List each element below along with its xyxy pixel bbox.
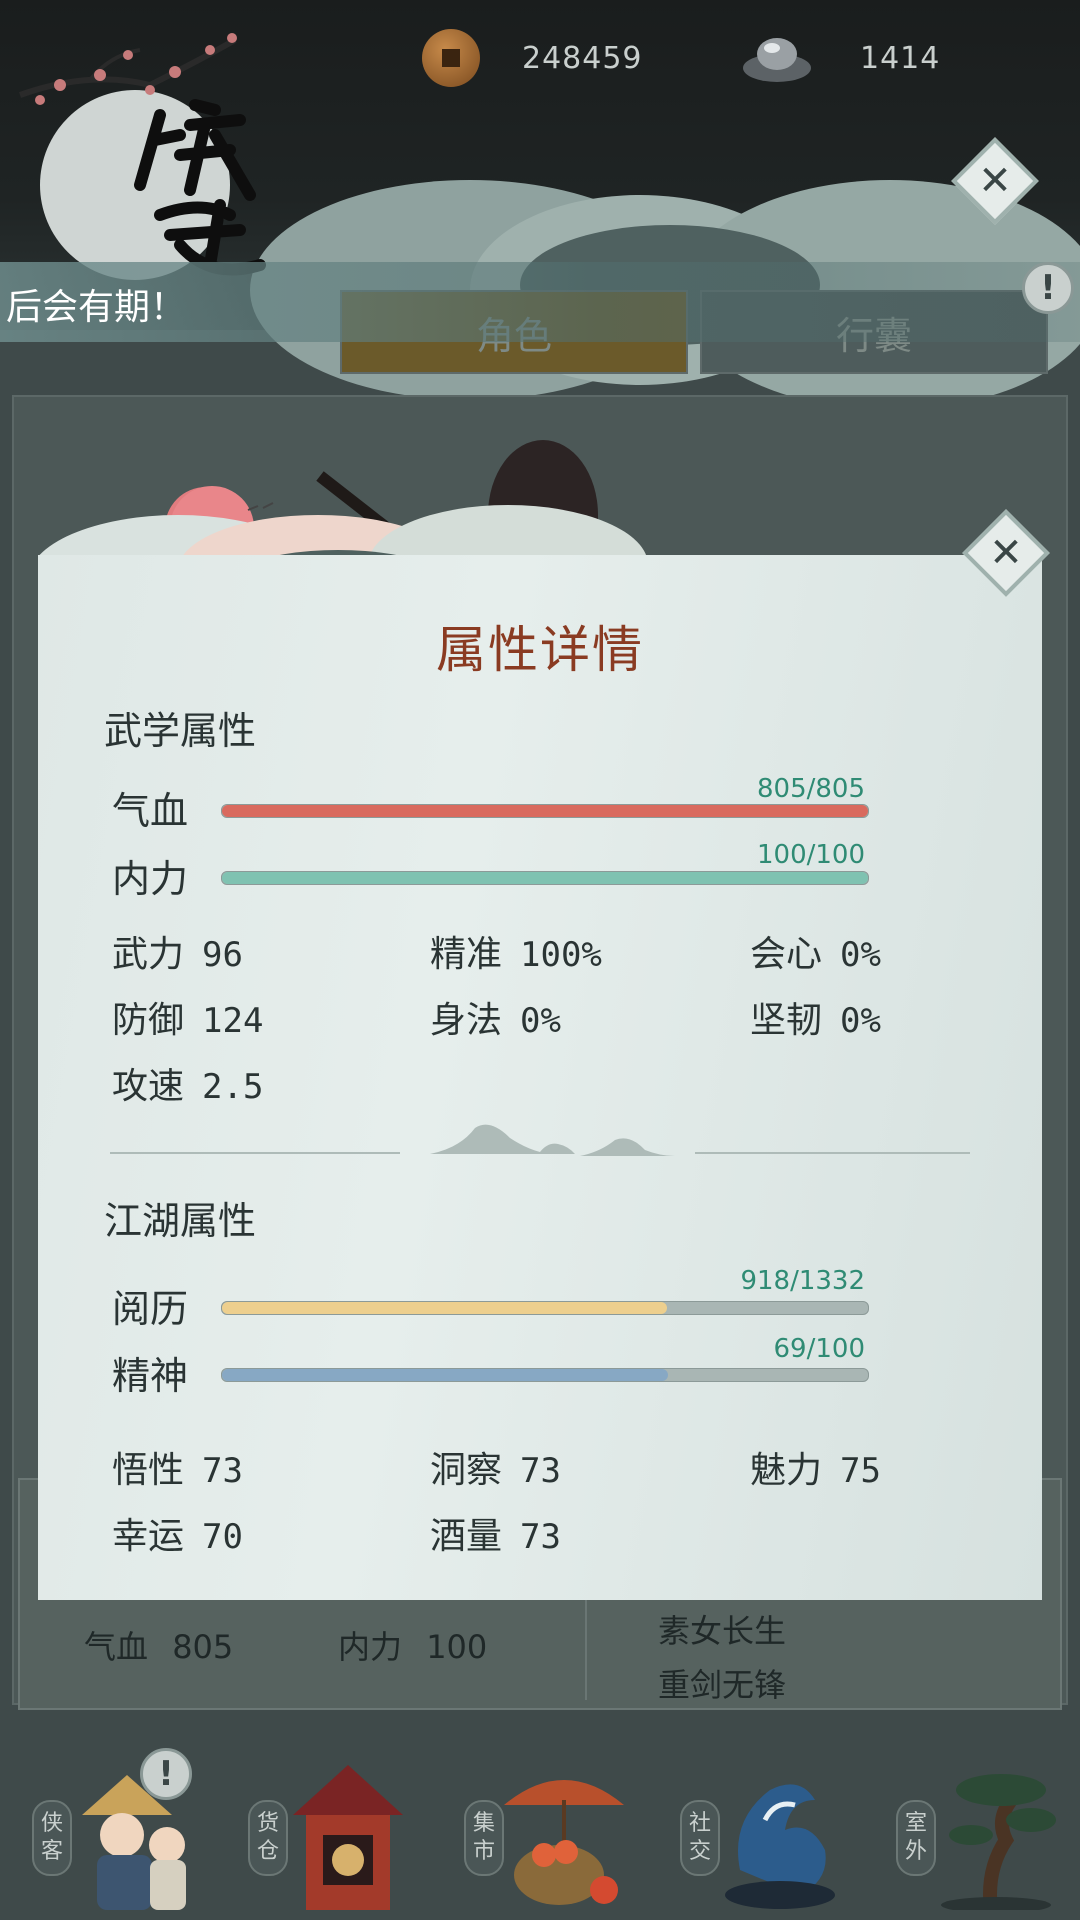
mana-bar	[221, 871, 869, 885]
close-icon: ✕	[978, 158, 1012, 204]
section-divider	[695, 1152, 970, 1154]
stat-label: 坚韧	[750, 1000, 823, 1041]
stat-value: 73	[520, 1517, 561, 1557]
stat-label: 武力	[112, 934, 185, 975]
stat-label: 攻速	[112, 1066, 185, 1107]
mountain-divider-decoration	[430, 1124, 675, 1156]
skill-item[interactable]: 素女长生	[658, 1606, 786, 1652]
warehouse-icon	[293, 1765, 403, 1910]
nav-item-market[interactable]: 集市	[444, 1750, 624, 1920]
nav-label: 室外	[896, 1800, 936, 1876]
section-title-jianghu: 江湖属性	[104, 1199, 257, 1243]
stat-value: 75	[840, 1451, 881, 1491]
stat-label: 幸运	[112, 1516, 185, 1557]
stat-value: 0%	[840, 1001, 881, 1041]
exp-bar	[221, 1301, 869, 1315]
stat-charm: 魅力 75	[750, 1441, 881, 1493]
copper-coin-icon	[422, 29, 480, 87]
stat-label: 魅力	[750, 1450, 823, 1491]
stat-value: 70	[202, 1517, 243, 1557]
stat-luck: 幸运 70	[112, 1507, 243, 1559]
silver-ingot-icon	[743, 38, 811, 82]
section-divider	[110, 1152, 400, 1154]
summary-mana-label: 内力	[338, 1628, 403, 1666]
skill-item[interactable]: 重剑无锋	[658, 1660, 786, 1706]
alert-icon[interactable]: !	[140, 1748, 192, 1800]
hp-label: 气血	[112, 789, 189, 833]
exp-bar-fill	[222, 1302, 668, 1314]
hp-bar	[221, 804, 869, 818]
nav-label: 集市	[464, 1800, 504, 1876]
stat-value: 124	[202, 1001, 264, 1041]
stat-label: 防御	[112, 1000, 185, 1041]
stat-label: 洞察	[430, 1450, 503, 1491]
summary-mana-value: 100	[426, 1628, 488, 1666]
market-icon	[504, 1780, 624, 1905]
nav-label: 侠客	[32, 1800, 72, 1876]
stat-label: 酒量	[430, 1516, 503, 1557]
spirit-label: 精神	[112, 1354, 189, 1398]
stat-label: 会心	[750, 934, 823, 975]
stat-force: 武力 96	[112, 925, 243, 977]
nav-label: 货仓	[248, 1800, 288, 1876]
stat-value: 100%	[520, 935, 602, 975]
stat-label: 精准	[430, 934, 503, 975]
nav-item-social[interactable]: 社交	[660, 1750, 840, 1920]
nav-item-warehouse[interactable]: 货仓	[228, 1750, 408, 1920]
game-logo	[134, 99, 266, 276]
stat-agility: 身法 0%	[430, 991, 561, 1043]
section-title-martial: 武学属性	[104, 709, 257, 753]
exp-label: 阅历	[112, 1287, 189, 1331]
notice-text: 后会有期！	[6, 287, 187, 328]
summary-hp-label: 气血	[84, 1628, 149, 1666]
stat-critical: 会心 0%	[750, 925, 881, 977]
stat-accuracy: 精准 100%	[430, 925, 602, 977]
hp-bar-fill	[222, 805, 868, 817]
stat-comprehension: 悟性 73	[112, 1441, 243, 1493]
summary-hp: 气血 805	[84, 1622, 233, 1668]
stat-value: 0%	[840, 935, 881, 975]
alert-icon[interactable]: !	[1022, 262, 1074, 314]
stat-label: 身法	[430, 1000, 503, 1041]
stat-attack-speed: 攻速 2.5	[112, 1057, 263, 1109]
close-icon: ✕	[989, 530, 1023, 576]
nav-label: 社交	[680, 1800, 720, 1876]
modal-title: 属性详情	[436, 621, 644, 679]
stat-value: 73	[520, 1451, 561, 1491]
copper-count: 248459	[522, 40, 643, 76]
silver-count: 1414	[860, 40, 941, 76]
stat-tenacity: 坚韧 0%	[750, 991, 881, 1043]
outdoor-icon	[941, 1774, 1056, 1910]
stat-value: 0%	[520, 1001, 561, 1041]
nav-item-outdoor[interactable]: 室外	[876, 1750, 1056, 1920]
stat-defense: 防御 124	[112, 991, 263, 1043]
stat-drinking: 酒量 73	[430, 1507, 561, 1559]
summary-mana: 内力 100	[338, 1622, 487, 1668]
summary-hp-value: 805	[172, 1628, 234, 1666]
silver-wallet: 1414	[742, 18, 940, 98]
social-icon	[725, 1784, 835, 1909]
stat-insight: 洞察 73	[430, 1441, 561, 1493]
mana-value: 100/100	[756, 840, 865, 870]
stat-value: 2.5	[202, 1067, 264, 1107]
stat-value: 73	[202, 1451, 243, 1491]
spirit-bar-fill	[222, 1369, 668, 1381]
exp-value: 918/1332	[740, 1266, 865, 1296]
spirit-bar	[221, 1368, 869, 1382]
copper-wallet: 248459	[422, 18, 643, 98]
hp-value: 805/805	[756, 774, 865, 804]
mana-label: 内力	[112, 857, 189, 901]
stat-value: 96	[202, 935, 243, 975]
mana-bar-fill	[222, 872, 868, 884]
spirit-value: 69/100	[773, 1334, 865, 1364]
stat-label: 悟性	[112, 1450, 185, 1491]
